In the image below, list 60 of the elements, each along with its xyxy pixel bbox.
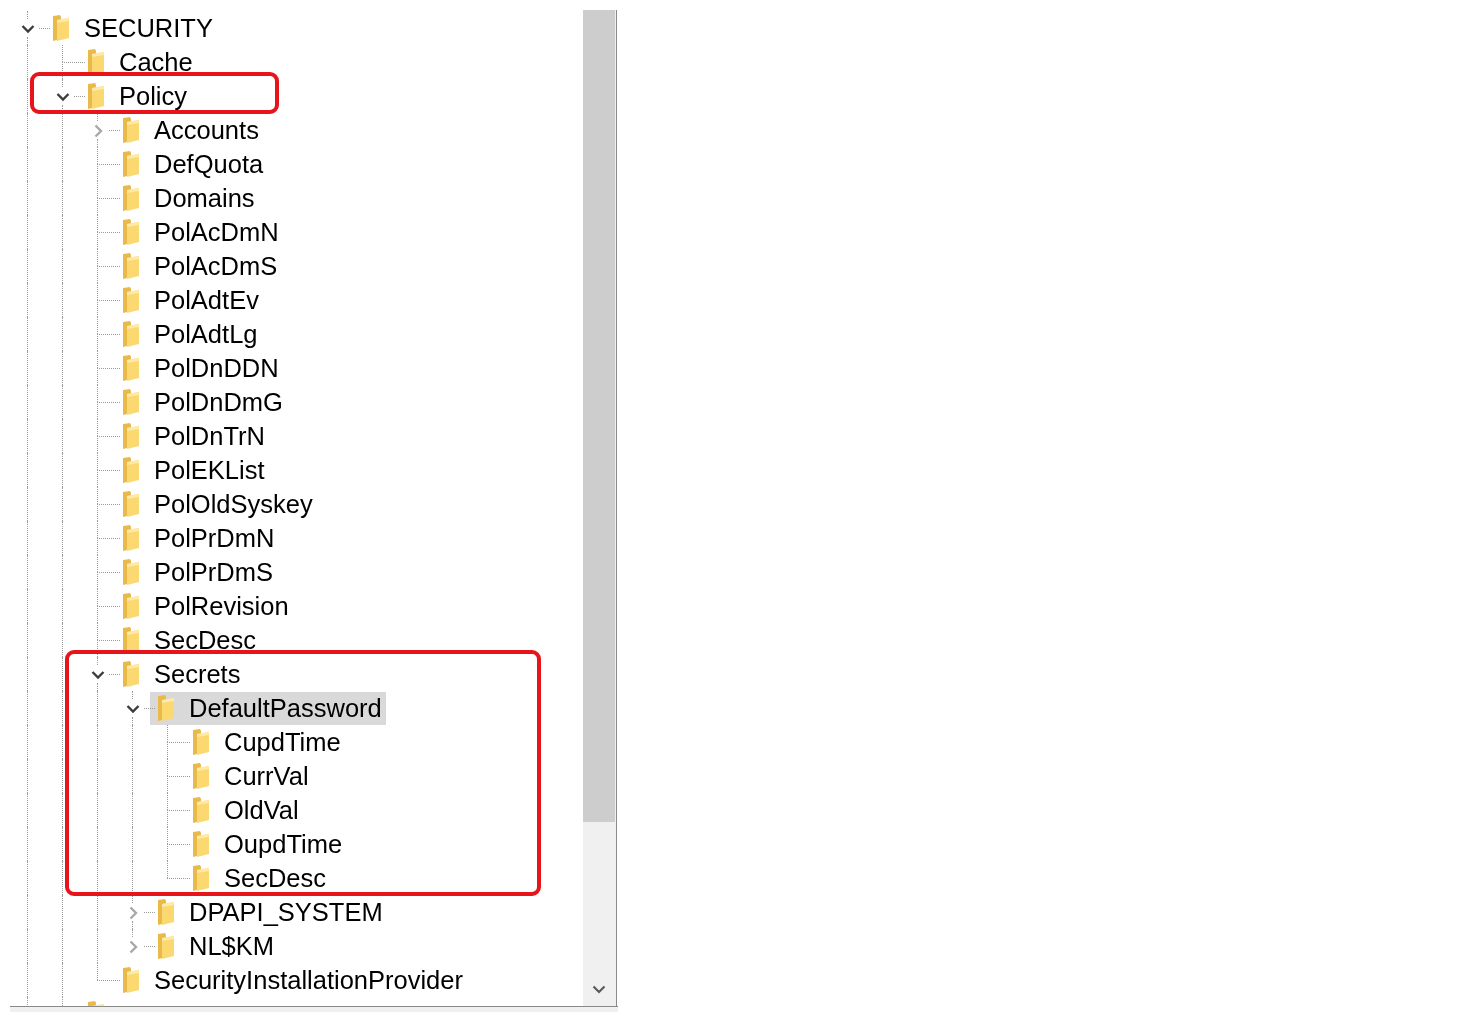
folder-icon (192, 796, 210, 824)
folder-icon (157, 898, 175, 926)
folder-icon (122, 490, 140, 518)
tree-item[interactable]: OldVal (185, 793, 303, 827)
tree-item[interactable]: Accounts (115, 113, 263, 147)
folder-icon (122, 150, 140, 178)
horizontal-scrollbar[interactable] (10, 1007, 618, 1012)
tree-item[interactable]: CupdTime (185, 725, 345, 759)
folder-icon (122, 286, 140, 314)
tree-item[interactable]: Domains (115, 181, 259, 215)
scrollbar[interactable] (583, 10, 617, 1006)
chevron-down-icon (592, 984, 606, 994)
tree-item[interactable]: PolDnTrN (115, 419, 269, 453)
folder-icon (122, 116, 140, 144)
folder-icon (122, 184, 140, 212)
folder-icon (122, 354, 140, 382)
tree-item[interactable]: PolRevision (115, 589, 293, 623)
tree-item[interactable]: SecDesc (185, 861, 331, 895)
folder-icon (122, 524, 140, 552)
folder-icon (157, 932, 175, 960)
folder-icon (122, 456, 140, 484)
tree-item[interactable]: PolOldSyskey (115, 487, 317, 521)
tree-item[interactable]: PolAcDmS (115, 249, 282, 283)
folder-icon (122, 592, 140, 620)
tree-item[interactable]: Secrets (115, 657, 245, 691)
tree-item[interactable]: PolAdtLg (115, 317, 262, 351)
folder-icon (192, 762, 210, 790)
tree-item[interactable]: PolPrDmN (115, 521, 279, 555)
tree-item[interactable]: PolDnDmG (115, 385, 287, 419)
folder-icon (87, 82, 105, 110)
folder-icon (192, 728, 210, 756)
tree-item[interactable]: PolEKList (115, 453, 269, 487)
folder-icon (122, 660, 140, 688)
tree-item[interactable]: PolPrDmS (115, 555, 278, 589)
tree-item[interactable]: SECURITY (45, 11, 217, 45)
folder-icon (122, 388, 140, 416)
folder-icon (157, 694, 175, 722)
tree-item[interactable]: DPAPI_SYSTEM (150, 895, 387, 929)
tree-item[interactable]: DefaultPassword (150, 691, 386, 725)
tree-item[interactable]: Policy (80, 79, 192, 113)
folder-icon (122, 422, 140, 450)
scrollbar-thumb[interactable] (583, 10, 615, 822)
tree-item[interactable]: PolAcDmN (115, 215, 283, 249)
folder-icon (122, 218, 140, 246)
tree-item[interactable]: PolDnDDN (115, 351, 283, 385)
folder-icon (52, 14, 70, 42)
folder-icon (122, 558, 140, 586)
tree-item[interactable]: OupdTime (185, 827, 347, 861)
tree-item[interactable]: Cache (80, 45, 197, 79)
folder-icon (122, 320, 140, 348)
tree-item[interactable]: DefQuota (115, 147, 268, 181)
folder-icon (122, 966, 140, 994)
tree-item[interactable]: CurrVal (185, 759, 313, 793)
tree-item[interactable]: SecDesc (115, 623, 261, 657)
tree-item[interactable]: NL$KM (150, 929, 279, 963)
folder-icon (192, 864, 210, 892)
tree-item[interactable]: SecurityInstallationProvider (115, 963, 467, 997)
folder-icon (122, 252, 140, 280)
folder-icon (192, 830, 210, 858)
tree-item[interactable]: PolAdtEv (115, 283, 263, 317)
